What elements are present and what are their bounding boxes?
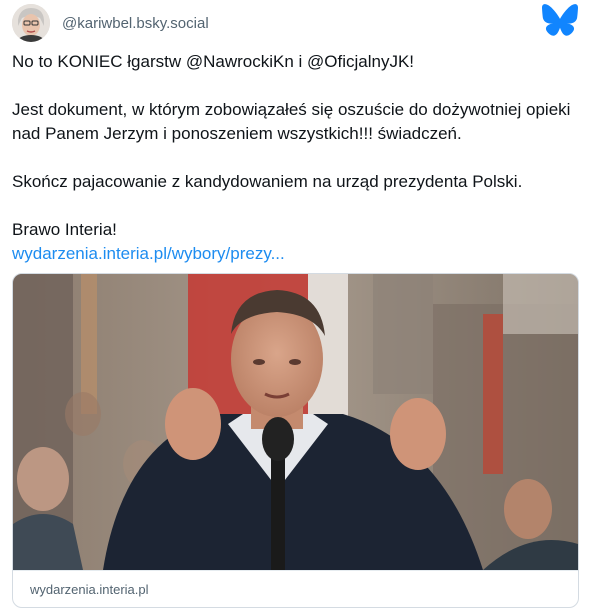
card-domain[interactable]: wydarzenia.interia.pl [30,582,149,597]
post-line: Jest dokument, w którym zobowiązałeś się… [12,100,571,143]
post-link[interactable]: wydarzenia.interia.pl/wybory/prezy... [12,244,285,263]
author-handle[interactable]: @kariwbel.bsky.social [62,15,209,32]
card-image [13,274,578,570]
avatar[interactable] [12,4,50,42]
link-preview-card[interactable]: wydarzenia.interia.pl [12,273,579,608]
butterfly-icon[interactable] [542,4,578,36]
post-line: Skończ pajacowanie z kandydowaniem na ur… [12,172,523,191]
post-line: Brawo Interia! [12,220,117,239]
post-body: No to KONIEC łgarstw @NawrockiKn i @Ofic… [12,50,572,266]
post-header: @kariwbel.bsky.social [12,4,580,44]
card-footer: wydarzenia.interia.pl [13,570,578,607]
post-line: No to KONIEC łgarstw @NawrockiKn i @Ofic… [12,52,415,71]
